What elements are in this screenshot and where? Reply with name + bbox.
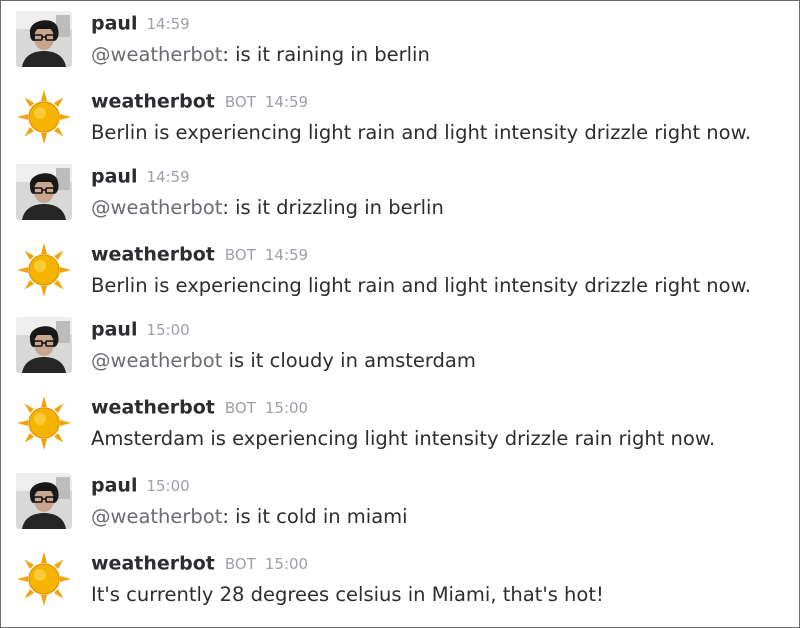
user-avatar[interactable] [16, 317, 72, 373]
timestamp[interactable]: 15:00 [146, 473, 189, 499]
sun-icon [17, 552, 71, 606]
user-photo-avatar-icon [16, 473, 72, 529]
sun-icon [17, 90, 71, 144]
user-photo-avatar-icon [16, 164, 72, 220]
message-text: Berlin is experiencing light rain and li… [91, 274, 751, 297]
user-photo-avatar-icon [16, 11, 72, 67]
timestamp[interactable]: 15:00 [146, 317, 189, 343]
message-item: paul 14:59 @weatherbot: is it raining in … [1, 7, 799, 83]
message-text: @weatherbot: is it cold in miami [91, 502, 793, 532]
user-photo-avatar-icon [16, 317, 72, 373]
message-header: paul 14:59 [91, 10, 190, 36]
timestamp[interactable]: 14:59 [146, 11, 189, 37]
username[interactable]: paul [91, 319, 137, 341]
user-avatar[interactable] [16, 164, 72, 220]
message-header: paul 14:59 [91, 163, 190, 189]
message-header: paul 15:00 [91, 316, 190, 342]
message-text: Berlin is experiencing light rain and li… [91, 121, 751, 144]
username[interactable]: paul [91, 475, 137, 497]
message-header: weatherbot BOT 14:59 [91, 241, 308, 267]
bot-badge: BOT [224, 398, 256, 417]
timestamp[interactable]: 15:00 [265, 395, 308, 421]
message-header: weatherbot BOT 14:59 [91, 88, 308, 114]
timestamp[interactable]: 14:59 [265, 89, 308, 115]
bot-badge: BOT [224, 92, 256, 111]
bot-avatar[interactable] [16, 89, 72, 145]
bot-avatar[interactable] [16, 395, 72, 451]
username[interactable]: weatherbot [91, 397, 215, 419]
timestamp[interactable]: 15:00 [265, 551, 308, 577]
mention-link[interactable]: @weatherbot [91, 505, 222, 528]
timestamp[interactable]: 14:59 [265, 242, 308, 268]
username[interactable]: weatherbot [91, 553, 215, 575]
message-header: weatherbot BOT 15:00 [91, 550, 308, 576]
message-item: weatherbot BOT 14:59 Berlin is experiencin… [1, 85, 799, 161]
message-content: : is it cold in miami [222, 505, 408, 528]
message-header: weatherbot BOT 15:00 [91, 394, 308, 420]
message-text: Amsterdam is experiencing light intensit… [91, 427, 716, 450]
message-text: It's currently 28 degrees celsius in Mia… [91, 583, 604, 606]
message-item: paul 14:59 @weatherbot: is it drizzling i… [1, 160, 799, 236]
message-item: weatherbot BOT 15:00 It's currently 28 deg… [1, 547, 799, 623]
mention-link[interactable]: @weatherbot [91, 196, 222, 219]
sun-icon [17, 243, 71, 297]
message-text: @weatherbot is it cloudy in amsterdam [91, 346, 793, 376]
bot-badge: BOT [224, 554, 256, 573]
user-avatar[interactable] [16, 11, 72, 67]
message-text: @weatherbot: is it drizzling in berlin [91, 193, 793, 223]
message-text: @weatherbot: is it raining in berlin [91, 40, 793, 70]
username[interactable]: weatherbot [91, 91, 215, 113]
mention-link[interactable]: @weatherbot [91, 349, 222, 372]
user-avatar[interactable] [16, 473, 72, 529]
message-item: weatherbot BOT 14:59 Berlin is experiencin… [1, 238, 799, 314]
username[interactable]: paul [91, 166, 137, 188]
sun-icon [17, 396, 71, 450]
message-content: is it cloudy in amsterdam [222, 349, 476, 372]
message-content: : is it raining in berlin [222, 43, 430, 66]
message-content: : is it drizzling in berlin [222, 196, 444, 219]
username[interactable]: weatherbot [91, 244, 215, 266]
chat-window: paul 14:59 @weatherbot: is it raining in … [0, 0, 800, 628]
message-item: weatherbot BOT 15:00 Amsterdam is experien… [1, 391, 799, 467]
mention-link[interactable]: @weatherbot [91, 43, 222, 66]
bot-badge: BOT [224, 245, 256, 264]
message-header: paul 15:00 [91, 472, 190, 498]
bot-avatar[interactable] [16, 242, 72, 298]
bot-avatar[interactable] [16, 551, 72, 607]
message-item: paul 15:00 @weatherbot: is it cold in mia… [1, 469, 799, 545]
username[interactable]: paul [91, 13, 137, 35]
message-item: paul 15:00 @weatherbot is it cloudy in am… [1, 313, 799, 389]
timestamp[interactable]: 14:59 [146, 164, 189, 190]
